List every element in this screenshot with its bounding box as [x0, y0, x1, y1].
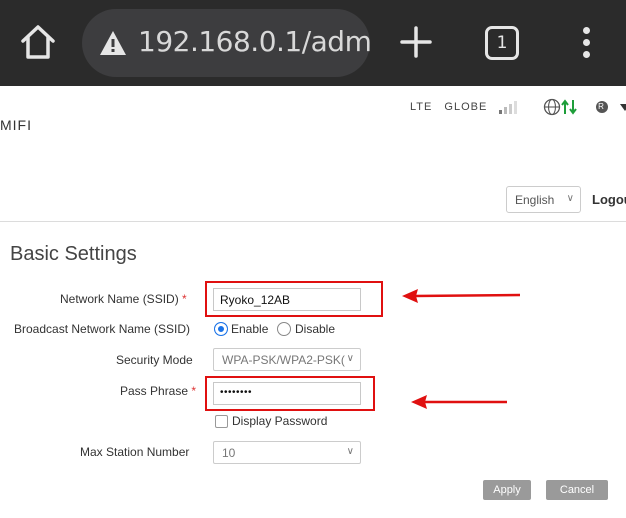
ssid-label: Network Name (SSID) * [60, 292, 187, 306]
display-password-checkbox[interactable] [215, 415, 228, 428]
max-station-value: 10 [222, 446, 236, 460]
language-value: English [515, 193, 555, 207]
chevron-down-icon: ∨ [566, 193, 574, 204]
chevron-down-icon: ∨ [346, 446, 354, 457]
roaming-badge: R [595, 101, 608, 113]
overflow-menu-icon[interactable] [578, 24, 594, 64]
ssid-highlight-box [205, 281, 383, 317]
logout-link[interactable]: Logou [592, 192, 626, 207]
status-bar: LTE GLOBE R [410, 98, 626, 116]
browser-toolbar: 192.168.0.1/adm 1 [0, 0, 626, 86]
pass-phrase-annotation-arrow-icon [411, 395, 507, 409]
required-mark: * [191, 384, 197, 398]
max-station-label: Max Station Number [80, 445, 190, 459]
warning-icon[interactable] [98, 29, 128, 57]
page-title: Basic Settings [10, 243, 137, 265]
internet-globe-icon [544, 98, 578, 116]
enable-label[interactable]: Enable [231, 322, 268, 336]
address-bar[interactable]: 192.168.0.1/adm [82, 9, 372, 77]
new-tab-plus-icon[interactable] [398, 24, 434, 60]
carrier-name: GLOBE [444, 101, 488, 113]
display-password-label[interactable]: Display Password [232, 414, 327, 428]
disable-label[interactable]: Disable [295, 322, 335, 336]
security-mode-value: WPA-PSK/WPA2-PSK( [222, 353, 345, 367]
required-mark: * [182, 292, 187, 306]
header-divider [0, 221, 626, 222]
home-icon[interactable] [18, 22, 58, 62]
ssid-label-text: Network Name (SSID) [60, 292, 179, 306]
url-text: 192.168.0.1/adm [138, 25, 372, 58]
dropdown-caret-icon[interactable] [619, 103, 626, 111]
signal-strength-icon [499, 101, 518, 114]
apply-button[interactable]: Apply [483, 480, 531, 500]
tab-switcher-button[interactable]: 1 [485, 26, 519, 60]
network-type: LTE [410, 101, 433, 113]
brand-name: MIFI [0, 117, 32, 133]
max-station-select[interactable]: 10 ∨ [213, 441, 361, 464]
security-mode-select[interactable]: WPA-PSK/WPA2-PSK( ∨ [213, 348, 361, 371]
broadcast-enable-radio[interactable] [214, 322, 228, 336]
broadcast-disable-radio[interactable] [277, 322, 291, 336]
pass-phrase-highlight-box [205, 376, 375, 411]
pass-phrase-label: Pass Phrase * [120, 384, 196, 398]
pass-phrase-label-text: Pass Phrase [120, 384, 189, 398]
broadcast-label: Broadcast Network Name (SSID) [14, 322, 191, 336]
security-mode-label: Security Mode [116, 353, 193, 367]
chevron-down-icon: ∨ [346, 353, 354, 364]
language-select[interactable]: English ∨ [506, 186, 581, 213]
ssid-annotation-arrow-icon [402, 289, 521, 303]
cancel-button[interactable]: Cancel [546, 480, 608, 500]
